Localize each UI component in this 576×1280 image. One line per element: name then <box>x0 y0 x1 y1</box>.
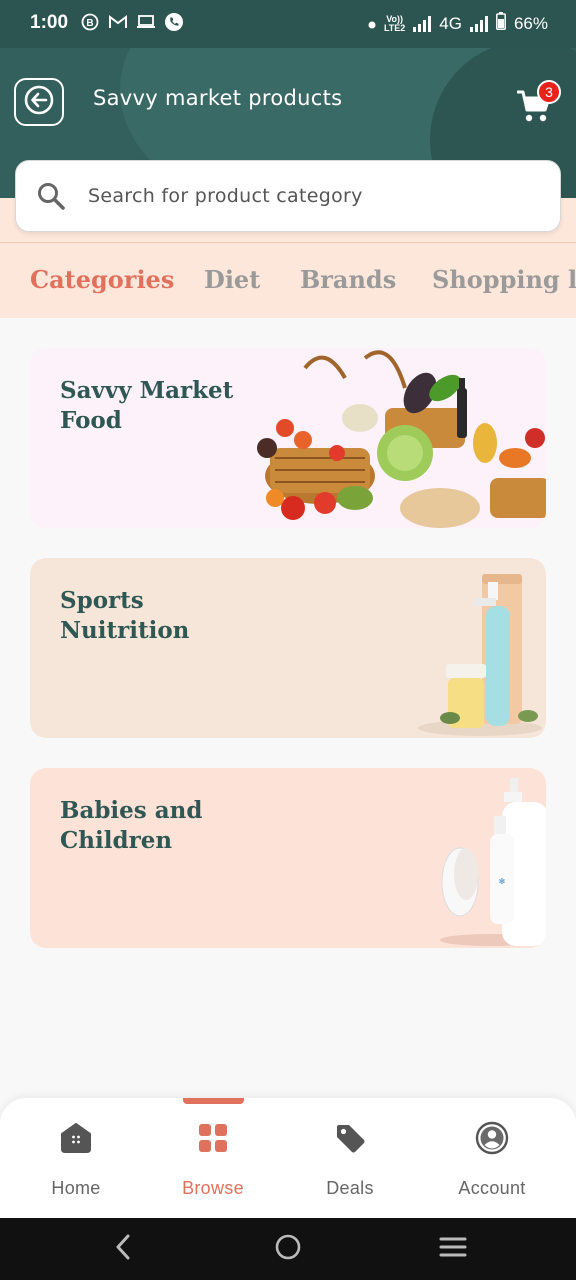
b-badge-icon: B <box>80 12 100 32</box>
dot-icon <box>368 14 376 34</box>
cart-count-badge: 3 <box>537 80 561 104</box>
notification-icons: B <box>80 12 184 32</box>
tab-diet[interactable]: Diet <box>204 265 260 294</box>
status-bar: 1:00 B Vo)) LTE2 4G 66% <box>0 0 576 48</box>
card-title: Savvy Market Food <box>60 377 234 434</box>
nav-home[interactable]: Home <box>16 1118 136 1199</box>
system-navigation-bar <box>0 1218 576 1280</box>
battery-percent: 66% <box>513 13 548 33</box>
phone-icon <box>164 12 184 32</box>
card-title: Sports Nuitrition <box>60 587 190 644</box>
nav-label: Home <box>51 1178 101 1198</box>
supplement-products-image: ▮▮▮ <box>418 574 542 736</box>
volte-bottom: LTE2 <box>383 22 406 33</box>
signal-icon <box>413 15 432 32</box>
nav-browse[interactable]: Browse <box>153 1118 273 1199</box>
search-icon <box>36 181 66 211</box>
nav-deals[interactable]: Deals <box>290 1118 410 1199</box>
status-right: Vo)) LTE2 4G 66% <box>368 12 548 35</box>
gmail-icon <box>108 12 128 32</box>
cart-icon <box>514 90 554 130</box>
volte-indicator: Vo)) LTE2 <box>383 14 406 33</box>
category-card-babies-children[interactable]: Babies and Children ✻ <box>30 768 546 948</box>
app-header: Savvy market products <box>0 48 576 158</box>
chevron-left-icon <box>113 1233 133 1265</box>
bottom-navigation: Home Browse Deals Account <box>0 1098 576 1218</box>
nav-label: Account <box>458 1178 526 1198</box>
category-card-sports-nutrition[interactable]: Sports Nuitrition ▮▮▮ <box>30 558 546 738</box>
search-input[interactable]: Search for product category <box>15 160 561 232</box>
account-icon <box>472 1118 512 1158</box>
system-recents-button[interactable] <box>438 1234 468 1264</box>
grid-icon <box>193 1118 233 1158</box>
page-title: Savvy market products <box>93 86 343 110</box>
network-type: 4G <box>439 13 462 33</box>
tab-brands[interactable]: Brands <box>300 265 396 294</box>
laptop-icon <box>136 12 156 32</box>
menu-lines-icon <box>438 1235 468 1263</box>
tab-shopping[interactable]: Shopping l <box>432 265 576 294</box>
search-placeholder: Search for product category <box>88 185 363 207</box>
battery-icon <box>496 12 506 35</box>
status-time: 1:00 <box>30 12 69 33</box>
svg-text:B: B <box>86 18 93 29</box>
home-icon <box>56 1118 96 1158</box>
baby-care-products-image: ✻ <box>440 778 546 946</box>
nav-label: Deals <box>326 1178 374 1198</box>
nav-label: Browse <box>182 1178 244 1198</box>
system-home-button[interactable] <box>273 1234 303 1264</box>
circle-icon <box>274 1233 302 1265</box>
category-tabs: Categories Diet Brands Shopping l <box>0 242 576 318</box>
back-button[interactable] <box>14 78 64 126</box>
tag-icon <box>330 1118 370 1158</box>
nav-account[interactable]: Account <box>432 1118 552 1199</box>
system-back-button[interactable] <box>108 1234 138 1264</box>
category-card-food[interactable]: Savvy Market Food <box>30 348 546 528</box>
svg-text:✻: ✻ <box>499 877 506 886</box>
arrow-left-icon <box>24 85 54 119</box>
card-title: Babies and Children <box>60 797 203 854</box>
signal-icon-2 <box>469 15 488 32</box>
grocery-basket-image <box>257 350 546 528</box>
tab-categories[interactable]: Categories <box>30 265 174 294</box>
active-tab-indicator <box>183 1098 244 1104</box>
